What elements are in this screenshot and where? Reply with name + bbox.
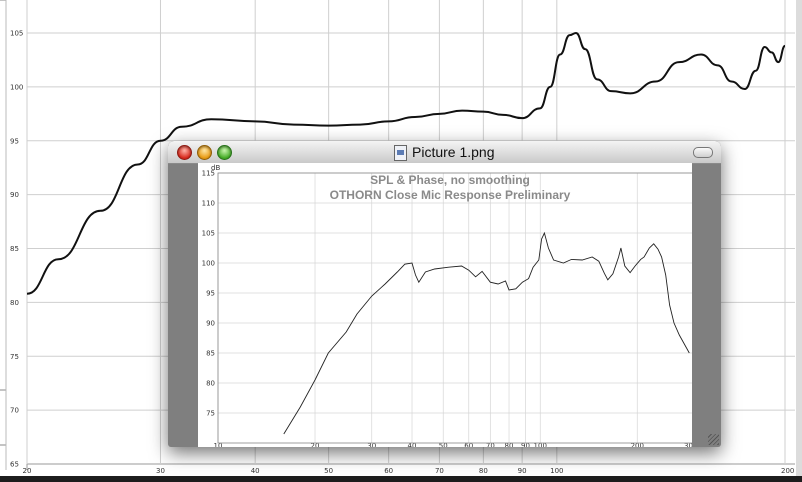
bg-y-tick-label: 65 (10, 461, 19, 469)
bg-y-tick-label: 100 (10, 83, 23, 91)
bg-x-tick-label: 30 (156, 467, 165, 475)
bottom-bar (0, 476, 802, 482)
right-edge-panel (796, 0, 802, 482)
inner-y-tick-label: 100 (202, 260, 215, 268)
bg-x-tick-label: 50 (324, 467, 333, 475)
image-viewer-window[interactable]: Picture 1.png 75 80 85 90 95 100 105 110 115 10 20… (168, 141, 721, 447)
inner-y-tick-label: 105 (202, 230, 215, 238)
png-file-icon (394, 145, 407, 161)
inner-y-axis-unit: dB (211, 164, 220, 172)
inner-y-tick-label: 95 (206, 290, 215, 298)
image-content: 75 80 85 90 95 100 105 110 115 10 20 30 40 50 60 70 80 90… (198, 163, 692, 447)
inner-chart: 758085909510010511011510 20 30 40 50 60 70 80 90… (198, 163, 692, 447)
bg-y-tick-label: 90 (10, 191, 19, 199)
bg-y-tick-label: 85 (10, 245, 19, 253)
bg-x-tick-label: 70 (435, 467, 444, 475)
bg-x-tick-label: 40 (251, 467, 260, 475)
bg-y-tick-label: 95 (10, 137, 19, 145)
window-titlebar[interactable]: Picture 1.png (168, 141, 721, 164)
window-title: Picture 1.png (412, 144, 495, 160)
bg-x-tick-label: 90 (518, 467, 527, 475)
inner-y-tick-label: 80 (206, 380, 215, 388)
bg-x-tick-label: 80 (479, 467, 488, 475)
inner-y-tick-label: 75 (206, 410, 215, 418)
bg-x-tick-label: 60 (384, 467, 393, 475)
inner-y-tick-label: 110 (202, 200, 215, 208)
minimize-icon[interactable] (197, 145, 212, 160)
bg-y-tick-label: 70 (10, 407, 19, 415)
inner-chart-subtitle: OTHORN Close Mic Response Preliminary (330, 188, 571, 202)
bg-x-tick-label: 100 (550, 467, 563, 475)
inner-chart-title: SPL & Phase, no smoothing (370, 173, 530, 187)
bg-x-tick-label: 20 (23, 467, 32, 475)
inner-y-tick-label: 90 (206, 320, 215, 328)
bg-y-tick-label: 75 (10, 353, 19, 361)
bg-y-tick-label: 80 (10, 299, 19, 307)
zoom-icon[interactable] (217, 145, 232, 160)
toolbar-toggle-icon[interactable] (693, 147, 713, 158)
inner-y-tick-label: 85 (206, 350, 215, 358)
close-icon[interactable] (177, 145, 192, 160)
bg-y-tick-label: 105 (10, 30, 23, 38)
resize-grip-icon[interactable] (708, 434, 719, 445)
